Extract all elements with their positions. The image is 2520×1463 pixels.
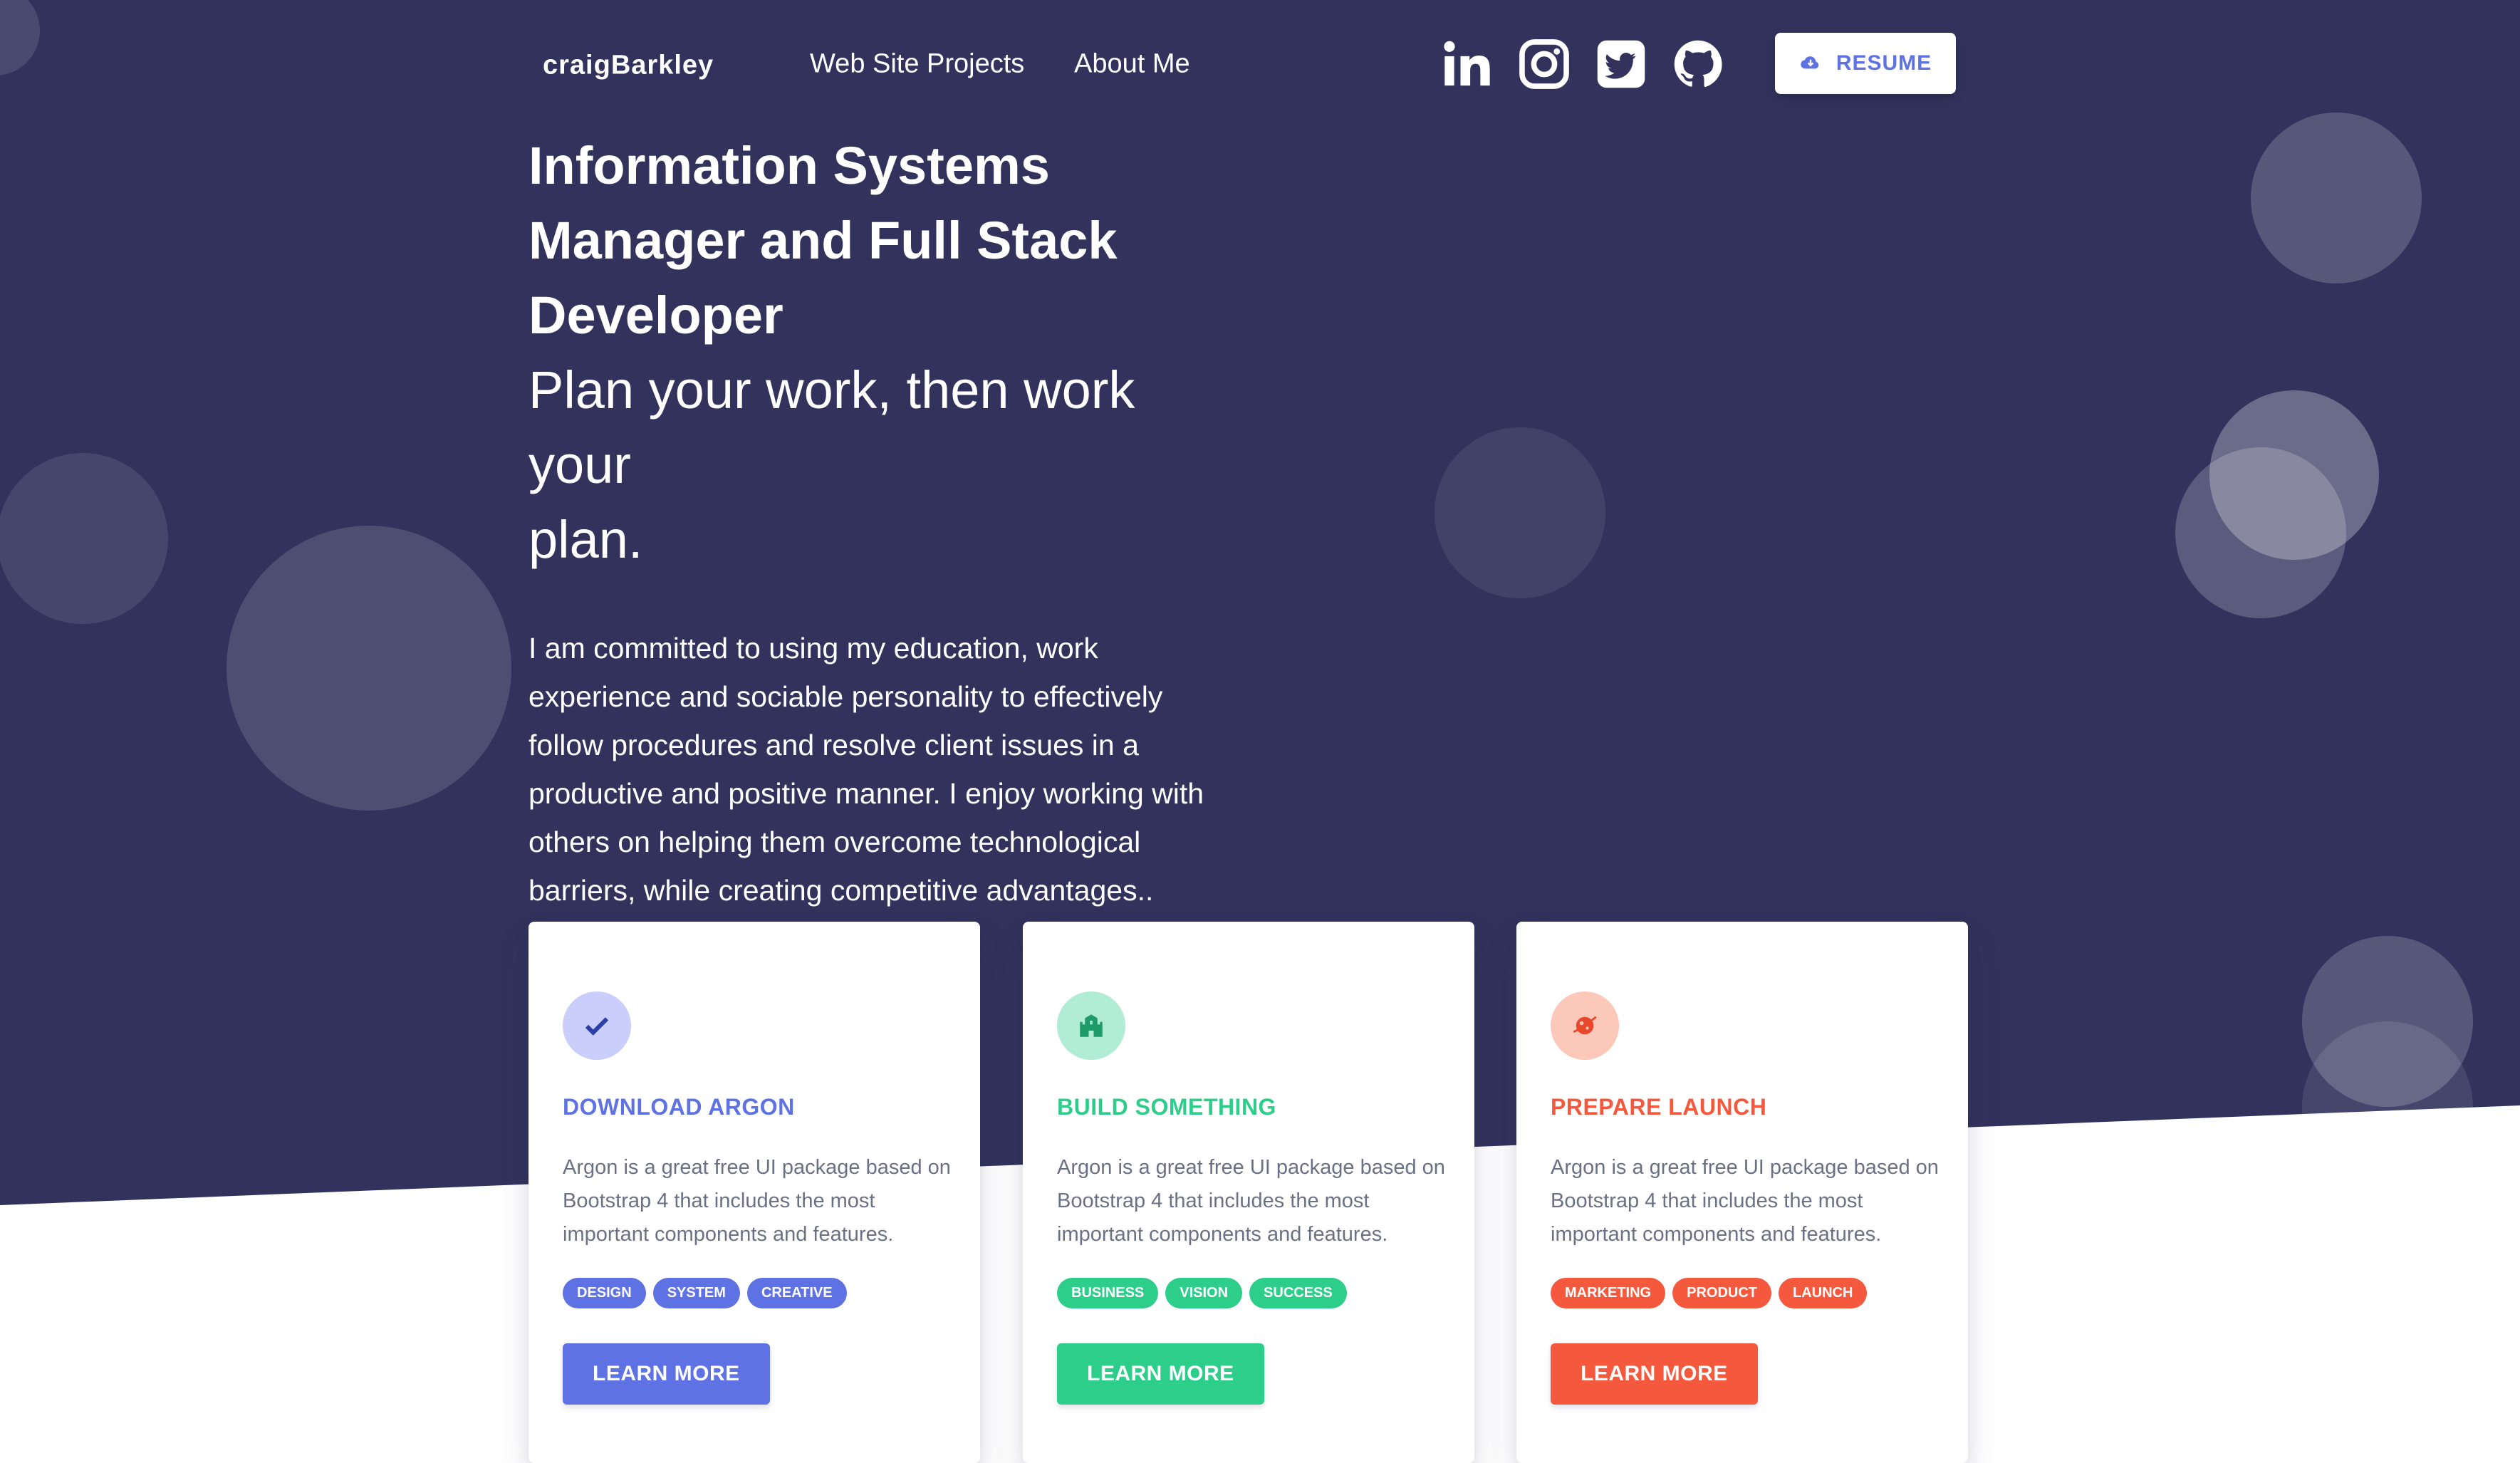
tag-badge: SUCCESS <box>1249 1278 1347 1308</box>
card-title: BUILD SOMETHING <box>1057 1094 1276 1120</box>
nav-link-about-me[interactable]: About Me <box>1074 49 1190 80</box>
hero-lead-text: I am committed to using my education, wo… <box>529 632 1204 907</box>
twitter-icon[interactable] <box>1594 37 1648 91</box>
card-tags: DESIGN SYSTEM CREATIVE <box>563 1278 847 1308</box>
card-icon-circle <box>563 991 631 1060</box>
learn-more-button[interactable]: LEARN MORE <box>1057 1343 1264 1405</box>
learn-more-button[interactable]: LEARN MORE <box>1551 1343 1758 1405</box>
planet-icon <box>1573 1016 1597 1035</box>
decorative-bubble <box>2175 447 2346 618</box>
card-icon-circle <box>1057 991 1125 1060</box>
card-title: PREPARE LAUNCH <box>1551 1094 1767 1120</box>
resume-label: RESUME <box>1836 51 1932 75</box>
resume-button[interactable]: RESUME <box>1775 33 1956 94</box>
instagram-icon[interactable] <box>1517 37 1571 91</box>
card-description: Argon is a great free UI package based o… <box>563 1156 951 1246</box>
tag-badge: LAUNCH <box>1779 1278 1868 1308</box>
check-icon <box>585 1017 609 1036</box>
decorative-bubble <box>0 453 168 624</box>
linkedin-icon[interactable] <box>1440 37 1494 91</box>
feature-card-prepare-launch: PREPARE LAUNCH Argon is a great free UI … <box>1516 922 1968 1463</box>
top-navbar: craigBarkley Web Site Projects About Me … <box>529 21 1960 107</box>
card-title: DOWNLOAD ARGON <box>563 1094 795 1120</box>
decorative-bubble <box>227 526 511 811</box>
feature-card-build-something: BUILD SOMETHING Argon is a great free UI… <box>1023 922 1474 1463</box>
tag-badge: BUSINESS <box>1057 1278 1159 1308</box>
hero-title: Information Systems Manager and Full Sta… <box>529 128 1241 353</box>
brand-logo[interactable]: craigBarkley <box>543 51 714 81</box>
decorative-bubble <box>0 0 40 76</box>
tag-badge: PRODUCT <box>1672 1278 1771 1308</box>
github-icon[interactable] <box>1671 37 1725 91</box>
hero-subtitle: Plan your work, then work your plan. <box>529 353 1241 577</box>
hero-content: Information Systems Manager and Full Sta… <box>529 128 1241 915</box>
hero-title-line: Manager and Full Stack <box>529 211 1118 270</box>
decorative-bubble <box>2302 1021 2473 1192</box>
hero-subtitle-line: Plan your work, then work your <box>529 360 1135 494</box>
learn-more-button[interactable]: LEARN MORE <box>563 1343 770 1405</box>
hero-title-line: Information Systems <box>529 136 1050 195</box>
tag-badge: CREATIVE <box>746 1278 847 1308</box>
tag-badge: VISION <box>1165 1278 1243 1308</box>
hero-title-line: Developer <box>529 286 783 345</box>
hero-subtitle-line: plan. <box>529 510 643 569</box>
card-tags: MARKETING PRODUCT LAUNCH <box>1551 1278 1868 1308</box>
decorative-bubble <box>1435 427 1605 598</box>
card-description: Argon is a great free UI package based o… <box>1551 1156 1939 1246</box>
decorative-bubble <box>2251 113 2422 283</box>
card-description: Argon is a great free UI package based o… <box>1057 1156 1445 1246</box>
tag-badge: SYSTEM <box>652 1278 740 1308</box>
castle-icon <box>1080 1014 1103 1037</box>
nav-link-web-site-projects[interactable]: Web Site Projects <box>810 49 1024 80</box>
card-tags: BUSINESS VISION SUCCESS <box>1057 1278 1347 1308</box>
cloud-download-icon <box>1799 51 1822 77</box>
card-icon-circle <box>1551 991 1619 1060</box>
tag-badge: MARKETING <box>1551 1278 1666 1308</box>
tag-badge: DESIGN <box>563 1278 646 1308</box>
feature-card-download-argon: DOWNLOAD ARGON Argon is a great free UI … <box>529 922 980 1463</box>
